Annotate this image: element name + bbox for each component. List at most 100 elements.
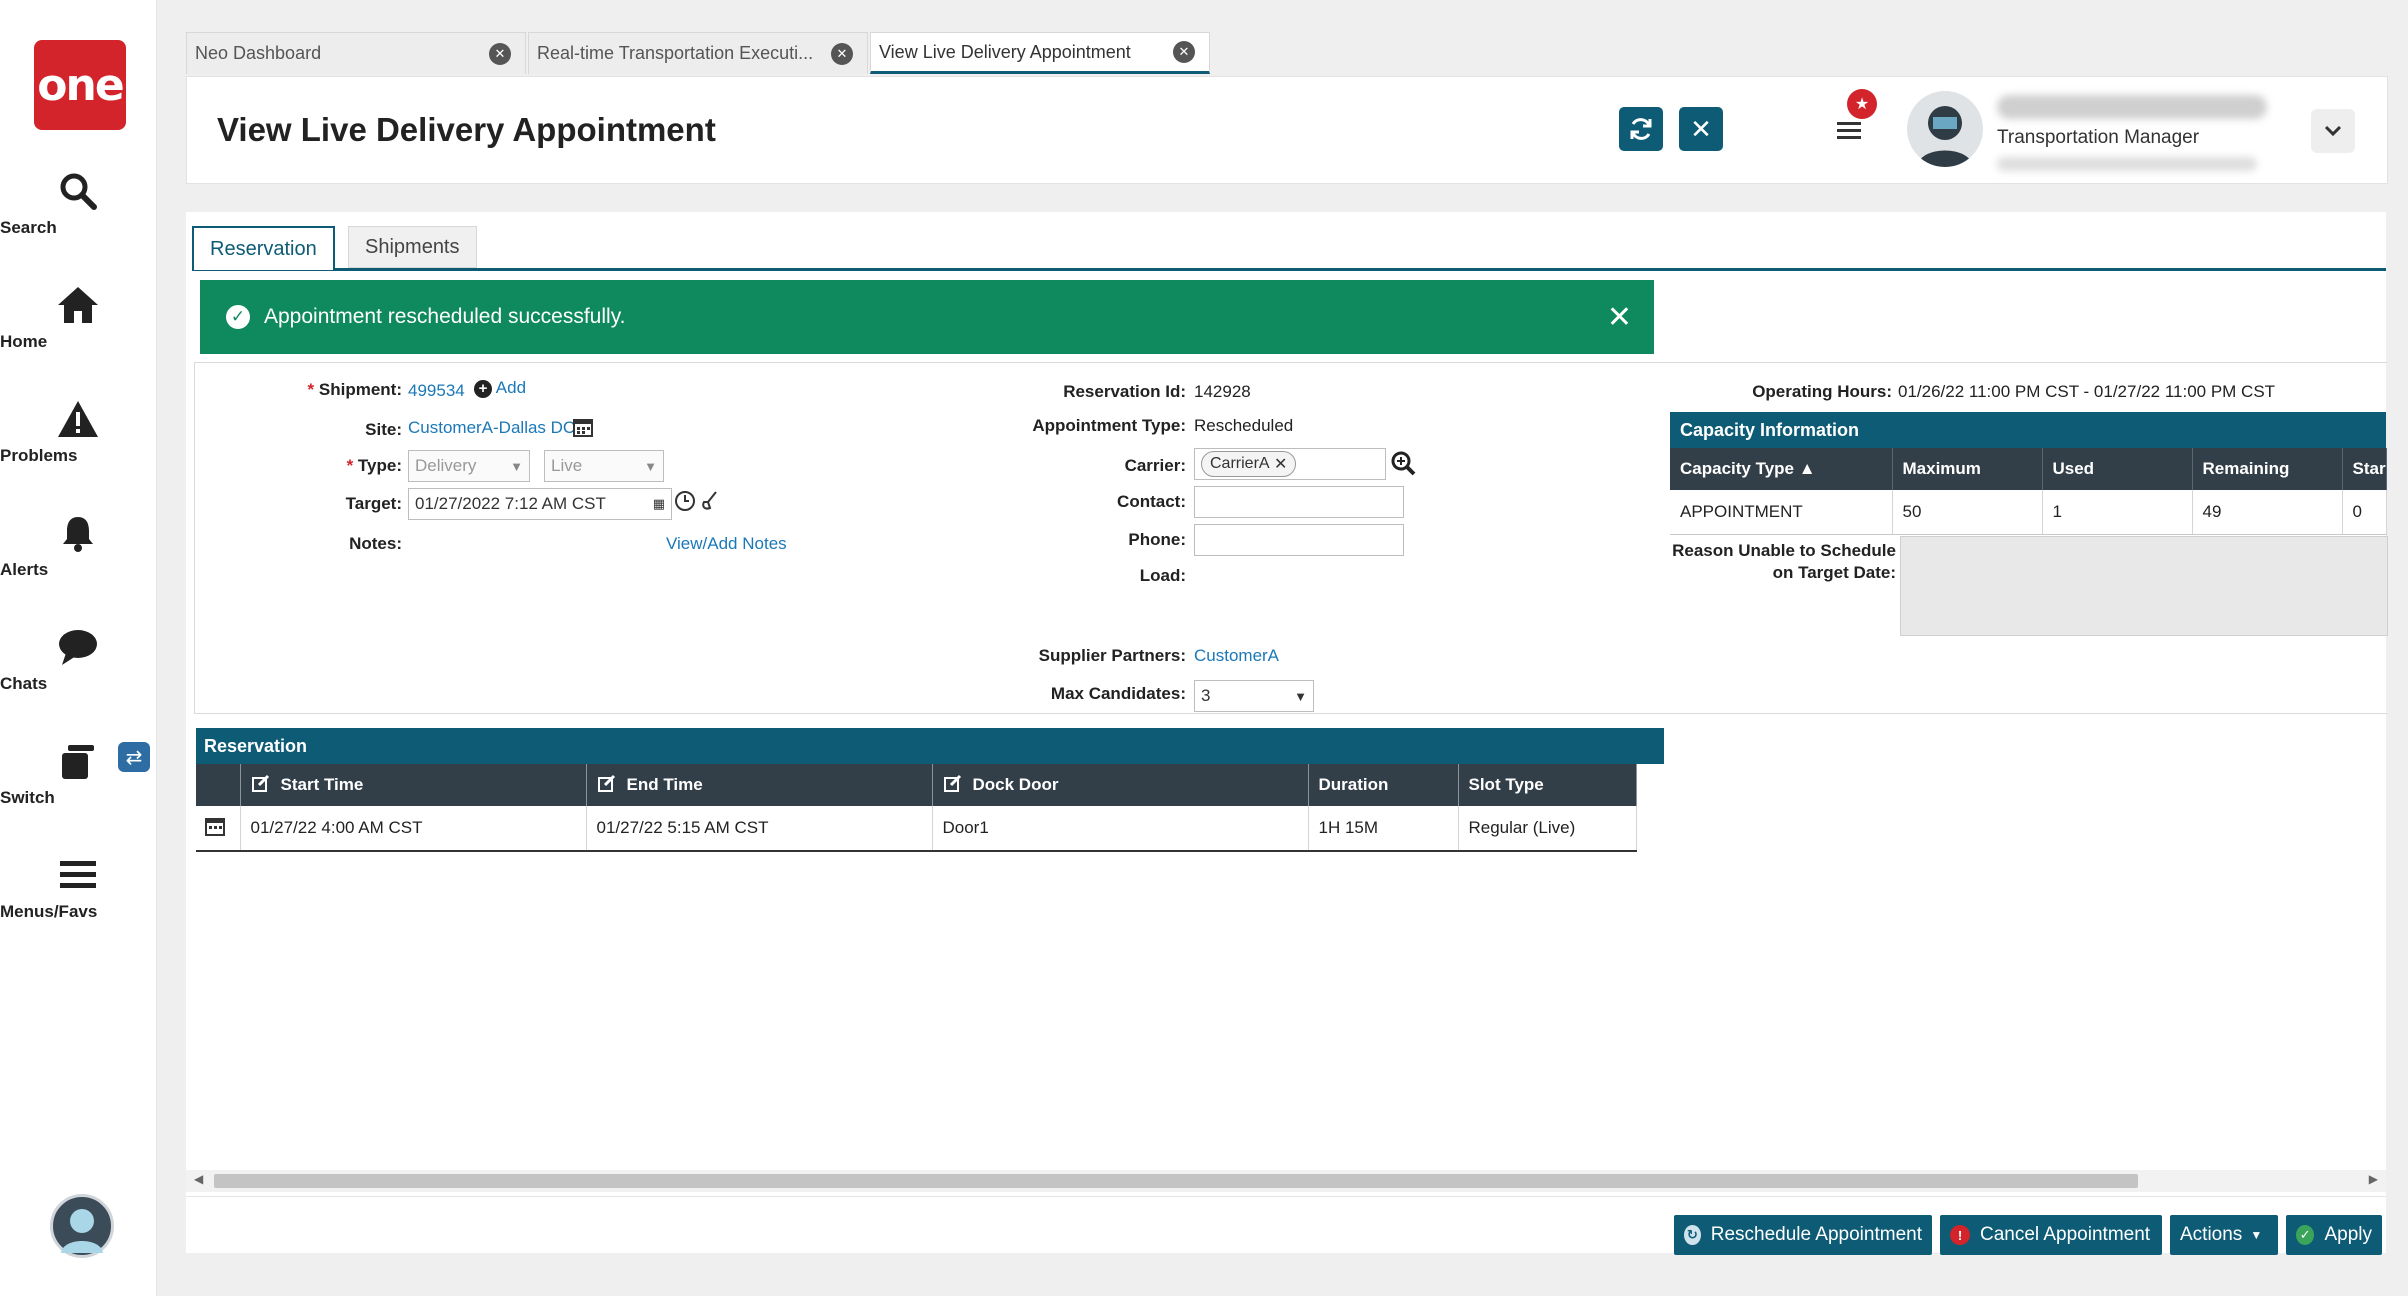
col-dock-door[interactable]: Dock Door	[932, 764, 1309, 806]
plus-circle-icon: +	[474, 380, 492, 398]
remove-chip-icon[interactable]: ✕	[1274, 454, 1287, 474]
calendar-icon[interactable]	[572, 416, 594, 443]
carrier-input[interactable]: CarrierA ✕	[1194, 448, 1386, 480]
refresh-button[interactable]	[1619, 107, 1663, 151]
warning-icon	[0, 396, 156, 442]
add-shipment-button[interactable]: + Add	[474, 378, 526, 398]
reason-unable-textarea	[1900, 536, 2388, 636]
close-tab-icon[interactable]: ✕	[1173, 41, 1195, 63]
col-remaining[interactable]: Remaining	[2192, 448, 2343, 490]
user-avatar[interactable]	[1907, 91, 1983, 167]
nav-alerts[interactable]: Alerts	[0, 510, 156, 579]
reservation-id-label: Reservation Id:	[1063, 382, 1186, 401]
notification-badge[interactable]: ★	[1847, 89, 1877, 119]
col-dock-door-label: Dock Door	[972, 774, 1059, 794]
carrier-label: Carrier:	[1124, 456, 1186, 475]
nav-switch-label: Switch	[0, 788, 55, 807]
carrier-search-icon[interactable]	[1390, 450, 1416, 481]
scroll-left-icon[interactable]: ◀	[194, 1172, 203, 1186]
user-org-redacted	[1997, 157, 2257, 171]
nav-problems-label: Problems	[0, 446, 78, 465]
nav-home[interactable]: Home	[0, 282, 156, 351]
doc-tab-view-live-delivery[interactable]: View Live Delivery Appointment ✕	[870, 32, 1210, 74]
col-start-time[interactable]: Start Time	[240, 764, 587, 806]
supplier-partners-label: Supplier Partners:	[1038, 646, 1186, 665]
target-datetime-value: 01/27/2022 7:12 AM CST	[415, 494, 606, 513]
horizontal-scrollbar[interactable]: ◀ ▶	[186, 1170, 2386, 1192]
user-menu-dropdown[interactable]	[2311, 109, 2355, 153]
success-banner: ✓ Appointment rescheduled successfully. …	[200, 280, 1654, 354]
col-duration[interactable]: Duration	[1308, 764, 1459, 806]
cell-duration: 1H 15M	[1308, 806, 1459, 852]
scrollbar-thumb[interactable]	[214, 1174, 2138, 1188]
capacity-header-row: Capacity Type ▲ Maximum Used Remaining S…	[1670, 448, 2387, 490]
close-banner-icon[interactable]: ✕	[1607, 300, 1632, 335]
nav-search[interactable]: Search	[0, 168, 156, 237]
reschedule-appointment-button[interactable]: ↻ Reschedule Appointment	[1674, 1215, 1932, 1255]
calendar-icon[interactable]: ▦	[653, 496, 665, 512]
col-end-time[interactable]: End Time	[586, 764, 933, 806]
target-label: Target:	[345, 494, 402, 513]
target-datetime-input[interactable]: 01/27/2022 7:12 AM CST ▦	[408, 488, 672, 520]
close-icon: ✕	[1690, 113, 1712, 144]
nav-problems[interactable]: Problems	[0, 396, 156, 465]
col-used[interactable]: Used	[2042, 448, 2193, 490]
max-candidates-select[interactable]: 3 ▼	[1194, 680, 1314, 712]
close-page-button[interactable]: ✕	[1679, 107, 1723, 151]
view-add-notes-link[interactable]: View/Add Notes	[666, 534, 787, 554]
reservation-header-row: Start Time End Time Dock Door Duration S…	[196, 764, 1637, 806]
cell-used: 1	[2042, 490, 2193, 535]
switch-badge-icon[interactable]: ⇄	[118, 742, 150, 772]
hamburger-icon	[1837, 122, 1861, 139]
contact-input[interactable]	[1194, 486, 1404, 518]
user-role: Transportation Manager	[1997, 127, 2200, 148]
one-logo[interactable]: one	[34, 40, 126, 130]
phone-input[interactable]	[1194, 524, 1404, 556]
close-tab-icon[interactable]: ✕	[489, 42, 511, 65]
shipment-link[interactable]: 499534	[408, 381, 465, 401]
check-circle-icon: ✓	[2296, 1225, 2315, 1245]
table-row[interactable]: 01/27/22 4:00 AM CST 01/27/22 5:15 AM CS…	[196, 806, 1637, 852]
mode-select: Live ▼	[544, 450, 664, 482]
cell-start-time: 01/27/22 4:00 AM CST	[240, 806, 587, 852]
apply-button[interactable]: ✓ Apply	[2286, 1215, 2382, 1255]
contact-label: Contact:	[1117, 492, 1186, 511]
tab-reservation[interactable]: Reservation	[192, 226, 335, 270]
supplier-partners-link[interactable]: CustomerA	[1194, 646, 1279, 666]
clock-icon[interactable]	[674, 490, 696, 517]
reschedule-icon: ↻	[1684, 1225, 1701, 1245]
max-candidates-label: Max Candidates:	[1050, 684, 1186, 703]
check-circle-icon: ✓	[226, 305, 250, 329]
home-icon	[0, 282, 156, 328]
rail-user-avatar[interactable]	[50, 1194, 114, 1258]
col-capacity-type[interactable]: Capacity Type ▲	[1670, 448, 1893, 490]
col-maximum[interactable]: Maximum	[1892, 448, 2043, 490]
table-row: APPOINTMENT 50 1 49 0	[1670, 490, 2387, 535]
doc-tab-label: Real-time Transportation Executi...	[537, 43, 814, 63]
doc-tab-neo-dashboard[interactable]: Neo Dashboard ✕	[186, 32, 526, 74]
cancel-appointment-button[interactable]: ! Cancel Appointment	[1940, 1215, 2162, 1255]
col-select	[196, 764, 241, 806]
row-calendar-icon[interactable]	[196, 806, 241, 852]
type-label: * Type:	[346, 456, 402, 475]
tab-shipments[interactable]: Shipments	[348, 226, 477, 268]
scroll-right-icon[interactable]: ▶	[2369, 1172, 2378, 1186]
chevron-down-icon: ▼	[1294, 688, 1307, 704]
doc-tab-label: View Live Delivery Appointment	[879, 41, 1131, 62]
nav-chats[interactable]: Chats	[0, 624, 156, 693]
bell-icon	[0, 510, 156, 556]
close-tab-icon[interactable]: ✕	[831, 42, 853, 65]
actions-dropdown-button[interactable]: Actions ▼	[2170, 1215, 2278, 1255]
caret-down-icon: ▼	[2250, 1228, 2263, 1242]
nav-menus-favs[interactable]: Menus/Favs	[0, 852, 156, 921]
capacity-information-header: Capacity Information	[1670, 412, 2386, 448]
reason-unable-label: Reason Unable to Schedule on Target Date…	[1672, 541, 1896, 582]
site-link[interactable]: CustomerA-Dallas DC	[408, 418, 575, 438]
operating-hours-label: Operating Hours:	[1752, 382, 1892, 401]
carrier-chip-label: CarrierA	[1210, 455, 1270, 472]
col-slot-type[interactable]: Slot Type	[1458, 764, 1637, 806]
actions-label: Actions	[2180, 1224, 2243, 1245]
col-star[interactable]: Star	[2342, 448, 2387, 490]
doc-tab-realtime-transportation[interactable]: Real-time Transportation Executi... ✕	[528, 32, 868, 74]
clear-brush-icon[interactable]	[700, 490, 720, 517]
